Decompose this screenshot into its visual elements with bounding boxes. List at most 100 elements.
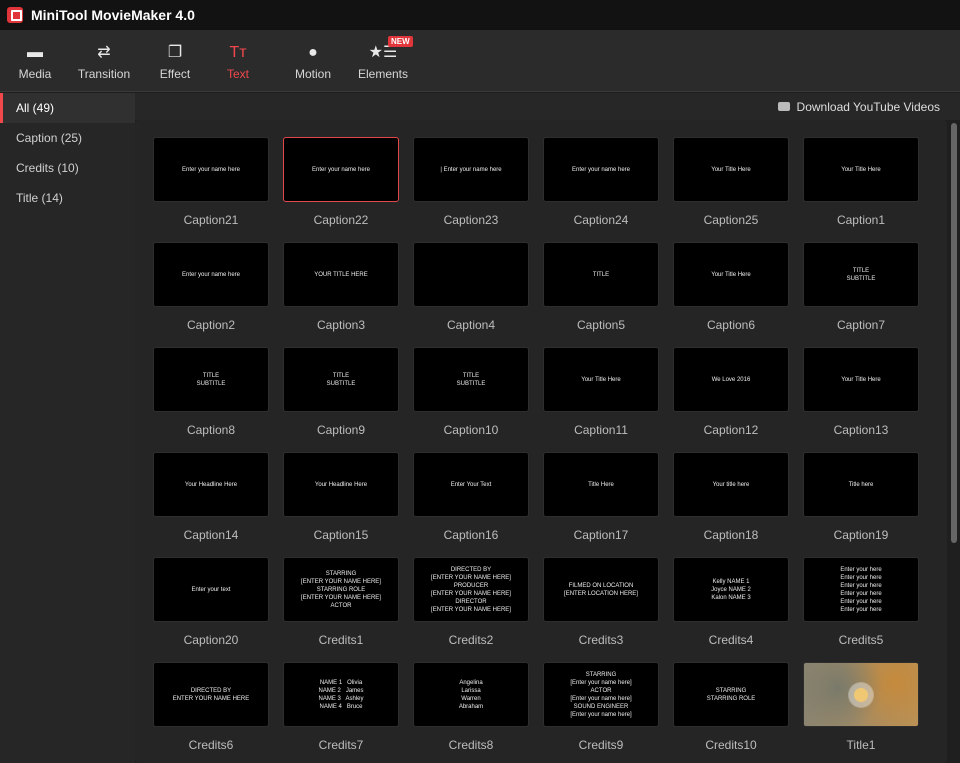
template-card[interactable]: Title here Caption19 — [803, 452, 919, 542]
template-thumbnail[interactable]: Enter your here Enter your here Enter yo… — [803, 557, 919, 622]
template-card[interactable]: TITLE SUBTITLE Caption10 — [413, 347, 529, 437]
template-card[interactable]: STARRING [ENTER YOUR NAME HERE] STARRING… — [283, 557, 399, 647]
template-card[interactable]: Your Title Here Caption1 — [803, 137, 919, 227]
template-thumbnail[interactable]: Title Here — [543, 452, 659, 517]
template-card[interactable]: Enter your name here Caption24 — [543, 137, 659, 227]
thumbnail-preview-text: STARRING STARRING ROLE — [706, 687, 756, 702]
template-card[interactable]: Your Headline Here Caption14 — [153, 452, 269, 542]
thumbnail-preview-text: Your Headline Here — [314, 481, 368, 488]
template-card[interactable]: Caption4 — [413, 242, 529, 332]
template-card[interactable]: STARRING STARRING ROLE Credits10 — [673, 662, 789, 752]
template-card[interactable]: YOUR TITLE HERE Caption3 — [283, 242, 399, 332]
template-card[interactable]: Your Title Here Caption6 — [673, 242, 789, 332]
template-name: Credits7 — [318, 738, 364, 752]
template-card[interactable]: DIRECTED BY ENTER YOUR NAME HERE Credits6 — [153, 662, 269, 752]
app-logo-icon — [7, 7, 23, 23]
tool-text[interactable]: Tт Text — [212, 30, 264, 92]
template-thumbnail[interactable]: FILMED ON LOCATION [ENTER LOCATION HERE] — [543, 557, 659, 622]
tool-elements[interactable]: ★☰ Elements NEW — [352, 30, 414, 92]
template-thumbnail[interactable]: Enter Your Text — [413, 452, 529, 517]
template-thumbnail[interactable]: DIRECTED BY [ENTER YOUR NAME HERE] PRODU… — [413, 557, 529, 622]
template-card[interactable]: | Enter your name here Caption23 — [413, 137, 529, 227]
sidebar-item-0[interactable]: All (49) — [0, 93, 135, 123]
thumbnail-preview-text: | Enter your name here — [440, 166, 502, 173]
tool-label: Motion — [294, 67, 332, 81]
template-thumbnail[interactable]: Enter your text — [153, 557, 269, 622]
template-card[interactable]: Your Title Here Caption11 — [543, 347, 659, 437]
template-card[interactable]: Title Here Caption17 — [543, 452, 659, 542]
template-card[interactable]: Your Headline Here Caption15 — [283, 452, 399, 542]
title-bar: MiniTool MovieMaker 4.0 — [0, 0, 960, 30]
scrollbar[interactable] — [951, 123, 957, 543]
template-thumbnail[interactable]: Your Title Here — [543, 347, 659, 412]
template-thumbnail[interactable]: Your title here — [673, 452, 789, 517]
template-thumbnail[interactable]: Title here — [803, 452, 919, 517]
template-thumbnail[interactable]: Your Headline Here — [283, 452, 399, 517]
template-thumbnail[interactable]: YOUR TITLE HERE — [283, 242, 399, 307]
template-thumbnail[interactable]: Your Headline Here — [153, 452, 269, 517]
template-thumbnail[interactable]: Enter your name here — [543, 137, 659, 202]
template-card[interactable]: Your title here Caption18 — [673, 452, 789, 542]
template-thumbnail[interactable] — [413, 242, 529, 307]
template-card[interactable]: Enter Your Text Caption16 — [413, 452, 529, 542]
template-thumbnail[interactable]: Kelly NAME 1 Joyce NAME 2 Kalon NAME 3 — [673, 557, 789, 622]
tool-media[interactable]: ▬ Media — [10, 30, 60, 92]
template-card[interactable]: STARRING [Enter your name here] ACTOR [E… — [543, 662, 659, 752]
template-thumbnail[interactable]: STARRING [Enter your name here] ACTOR [E… — [543, 662, 659, 727]
template-card[interactable]: Enter your name here Caption2 — [153, 242, 269, 332]
template-card[interactable]: NAME 1 Olivia NAME 2 James NAME 3 Ashley… — [283, 662, 399, 752]
template-card[interactable]: Enter your name here Caption22 — [283, 137, 399, 227]
template-thumbnail[interactable]: STARRING [ENTER YOUR NAME HERE] STARRING… — [283, 557, 399, 622]
thumbnail-preview-text: TITLE SUBTITLE — [196, 372, 226, 387]
tool-motion[interactable]: ● Motion — [282, 30, 344, 92]
sidebar-item-2[interactable]: Credits (10) — [0, 153, 135, 183]
thumbnail-preview-text: Enter Your Text — [450, 481, 492, 488]
template-thumbnail[interactable]: TITLE SUBTITLE — [153, 347, 269, 412]
template-card[interactable]: TITLE SUBTITLE Caption8 — [153, 347, 269, 437]
sun-icon — [854, 687, 868, 702]
template-thumbnail[interactable]: TITLE — [543, 242, 659, 307]
template-thumbnail[interactable] — [803, 662, 919, 727]
tool-effect[interactable]: ❐ Effect — [148, 30, 202, 92]
youtube-icon — [777, 101, 790, 111]
template-name: Credits4 — [708, 633, 754, 647]
template-card[interactable]: Your Title Here Caption25 — [673, 137, 789, 227]
template-card[interactable]: Kelly NAME 1 Joyce NAME 2 Kalon NAME 3 Cr… — [673, 557, 789, 647]
template-thumbnail[interactable]: Your Title Here — [803, 137, 919, 202]
sidebar-item-3[interactable]: Title (14) — [0, 183, 135, 213]
template-thumbnail[interactable]: Your Title Here — [803, 347, 919, 412]
template-card[interactable]: Enter your text Caption20 — [153, 557, 269, 647]
template-thumbnail[interactable]: Your Title Here — [673, 137, 789, 202]
tool-label: Transition — [77, 67, 131, 81]
thumbnail-preview-text: Your title here — [712, 481, 750, 488]
template-thumbnail[interactable]: NAME 1 Olivia NAME 2 James NAME 3 Ashley… — [283, 662, 399, 727]
template-name: Caption14 — [183, 528, 239, 542]
sidebar-item-1[interactable]: Caption (25) — [0, 123, 135, 153]
template-thumbnail[interactable]: We Love 2016 — [673, 347, 789, 412]
template-card[interactable]: Your Title Here Caption13 — [803, 347, 919, 437]
template-card[interactable]: Enter your name here Caption21 — [153, 137, 269, 227]
tool-transition[interactable]: ⇄ Transition — [72, 30, 136, 92]
template-card[interactable]: Title1 — [803, 662, 919, 752]
template-card[interactable]: We Love 2016 Caption12 — [673, 347, 789, 437]
template-card[interactable]: Angelina Larissa Warren Abraham Credits8 — [413, 662, 529, 752]
template-card[interactable]: TITLE SUBTITLE Caption9 — [283, 347, 399, 437]
template-thumbnail[interactable]: STARRING STARRING ROLE — [673, 662, 789, 727]
thumbnail-preview-text: Your Headline Here — [184, 481, 238, 488]
template-card[interactable]: TITLE SUBTITLE Caption7 — [803, 242, 919, 332]
template-thumbnail[interactable]: TITLE SUBTITLE — [413, 347, 529, 412]
template-thumbnail[interactable]: TITLE SUBTITLE — [803, 242, 919, 307]
template-thumbnail[interactable]: Enter your name here — [153, 242, 269, 307]
template-thumbnail[interactable]: TITLE SUBTITLE — [283, 347, 399, 412]
template-card[interactable]: TITLE Caption5 — [543, 242, 659, 332]
template-thumbnail[interactable]: | Enter your name here — [413, 137, 529, 202]
template-card[interactable]: DIRECTED BY [ENTER YOUR NAME HERE] PRODU… — [413, 557, 529, 647]
template-thumbnail[interactable]: Enter your name here — [153, 137, 269, 202]
download-youtube-link[interactable]: Download YouTube Videos — [777, 100, 940, 114]
template-card[interactable]: Enter your here Enter your here Enter yo… — [803, 557, 919, 647]
template-thumbnail[interactable]: Angelina Larissa Warren Abraham — [413, 662, 529, 727]
template-thumbnail[interactable]: Enter your name here — [283, 137, 399, 202]
template-thumbnail[interactable]: DIRECTED BY ENTER YOUR NAME HERE — [153, 662, 269, 727]
template-card[interactable]: FILMED ON LOCATION [ENTER LOCATION HERE]… — [543, 557, 659, 647]
template-thumbnail[interactable]: Your Title Here — [673, 242, 789, 307]
